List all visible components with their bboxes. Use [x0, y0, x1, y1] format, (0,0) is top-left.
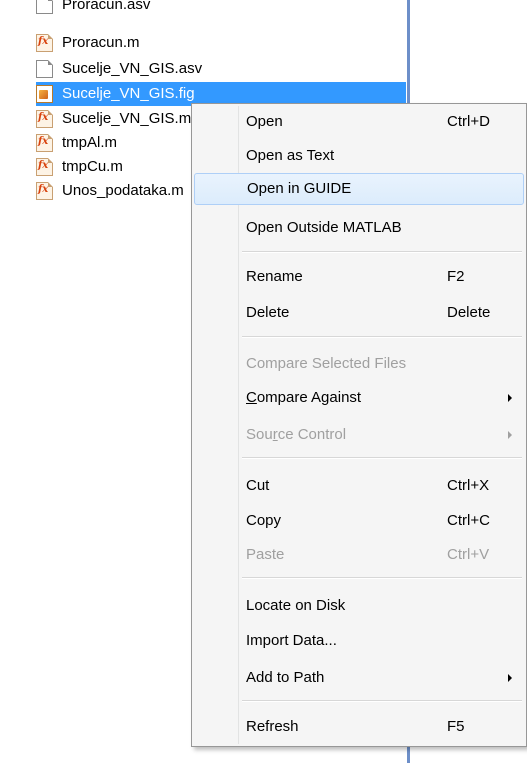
file-row-proracun-m[interactable]: Proracun.m — [36, 31, 406, 55]
file-name: Sucelje_VN_GIS.m — [62, 110, 192, 127]
menu-item-label: Import Data... — [246, 632, 337, 649]
m-file-icon — [36, 134, 53, 152]
menu-item-shortcut: Ctrl+X — [447, 477, 490, 494]
menu-item-shortcut: Ctrl+D — [447, 113, 490, 130]
menu-item-paste: Paste Ctrl+V — [194, 539, 524, 571]
menu-item-open-outside-matlab[interactable]: Open Outside MATLAB — [194, 212, 524, 244]
menu-item-open-in-guide[interactable]: Open in GUIDE — [194, 173, 524, 205]
menu-separator — [242, 336, 522, 338]
menu-item-shortcut: F2 — [447, 268, 465, 285]
menu-item-label: Open as Text — [246, 147, 335, 164]
file-name: tmpCu.m — [62, 158, 123, 175]
m-file-icon — [36, 182, 53, 200]
file-name: Sucelje_VN_GIS.asv — [62, 60, 203, 77]
menu-item-import-data[interactable]: Import Data... — [194, 625, 524, 657]
file-name: Unos_podataka.m — [62, 182, 184, 199]
menu-item-compare-against[interactable]: Compare Against — [194, 382, 524, 414]
menu-item-label: Source Control — [246, 419, 346, 451]
label-part: ompare Against — [256, 389, 362, 406]
m-file-icon — [36, 34, 53, 52]
submenu-arrow-icon — [508, 431, 512, 439]
label-part: Sou — [246, 426, 273, 443]
menu-item-label: Compare Against — [246, 382, 361, 414]
file-row-proracun-asv[interactable]: Proracun.asv — [36, 0, 406, 17]
menu-separator — [242, 457, 522, 459]
asv-file-icon — [36, 0, 53, 14]
menu-item-label: Paste — [246, 546, 285, 563]
menu-separator — [242, 700, 522, 702]
menu-item-locate-on-disk[interactable]: Locate on Disk — [194, 590, 524, 622]
menu-separator — [242, 577, 522, 579]
file-name: Sucelje_VN_GIS.fig — [62, 85, 195, 102]
m-file-icon — [36, 110, 53, 128]
menu-item-open-as-text[interactable]: Open as Text — [194, 140, 524, 172]
file-row-sucelje-asv[interactable]: Sucelje_VN_GIS.asv — [36, 57, 406, 81]
menu-item-label: Add to Path — [246, 669, 325, 686]
asv-file-icon — [36, 60, 53, 78]
submenu-arrow-icon — [508, 674, 512, 682]
menu-item-label: Locate on Disk — [246, 597, 346, 614]
menu-item-refresh[interactable]: Refresh F5 — [194, 711, 524, 743]
menu-item-cut[interactable]: Cut Ctrl+X — [194, 470, 524, 502]
menu-item-label: Open Outside MATLAB — [246, 219, 402, 236]
menu-separator — [242, 251, 522, 253]
menu-item-label: Cut — [246, 477, 270, 494]
menu-item-shortcut: F5 — [447, 718, 465, 735]
menu-item-copy[interactable]: Copy Ctrl+C — [194, 505, 524, 537]
menu-item-add-to-path[interactable]: Add to Path — [194, 662, 524, 694]
menu-item-label: Refresh — [246, 718, 299, 735]
context-menu: Open Ctrl+D Open as Text Open in GUIDE O… — [191, 103, 527, 747]
menu-item-shortcut: Ctrl+V — [447, 546, 490, 563]
menu-item-rename[interactable]: Rename F2 — [194, 261, 524, 293]
menu-item-open[interactable]: Open Ctrl+D — [194, 106, 524, 138]
menu-item-shortcut: Ctrl+C — [447, 512, 490, 529]
file-name: tmpAl.m — [62, 134, 118, 151]
mnemonic-letter: C — [246, 389, 257, 406]
m-file-icon — [36, 158, 53, 176]
file-name: Proracun.asv — [62, 0, 151, 13]
menu-item-label: Copy — [246, 512, 282, 529]
fig-file-icon — [36, 85, 53, 103]
menu-item-label: Compare Selected Files — [246, 355, 407, 372]
menu-item-label: Open in GUIDE — [247, 180, 352, 197]
file-name: Proracun.m — [62, 34, 140, 51]
menu-item-source-control: Source Control — [194, 419, 524, 451]
menu-item-label: Delete — [246, 304, 290, 321]
label-part: ce Control — [277, 426, 347, 443]
submenu-arrow-icon — [508, 394, 512, 402]
menu-item-label: Open — [246, 113, 283, 130]
menu-item-delete[interactable]: Delete Delete — [194, 297, 524, 329]
menu-item-compare-selected-files: Compare Selected Files — [194, 348, 524, 380]
menu-item-label: Rename — [246, 268, 303, 285]
menu-item-shortcut: Delete — [447, 304, 491, 321]
